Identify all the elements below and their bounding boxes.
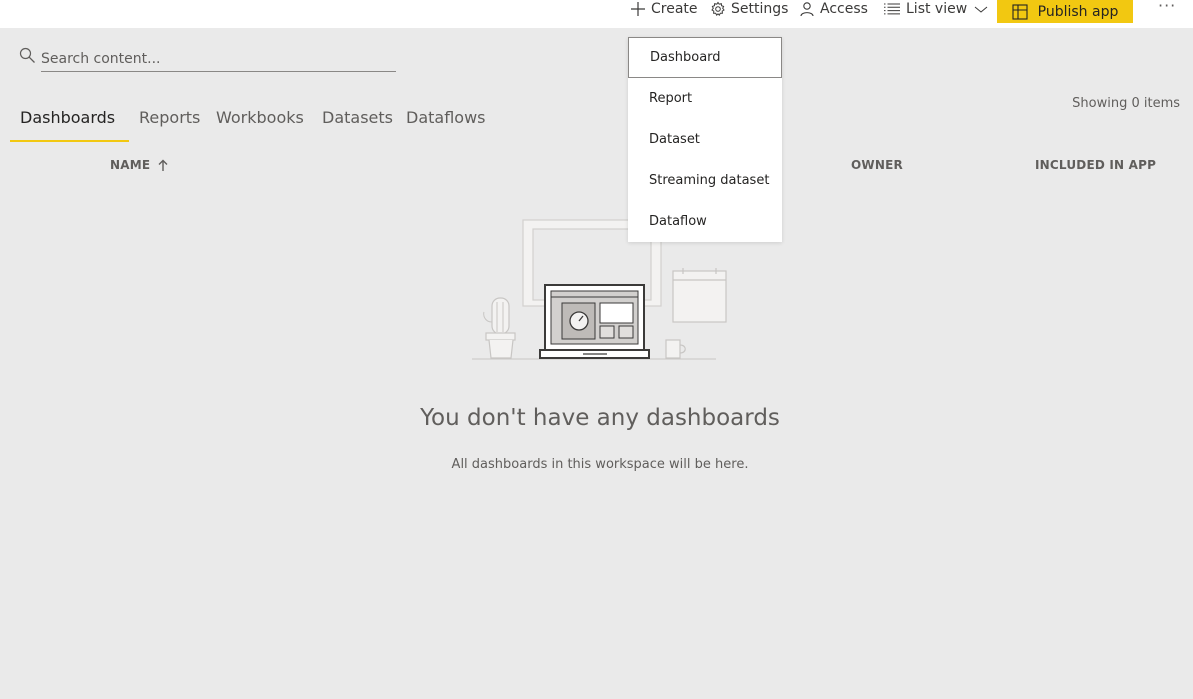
sort-arrow-up-icon [158,159,168,171]
gear-icon [711,1,725,17]
access-button[interactable]: Access [799,0,868,18]
search-input[interactable] [41,47,396,72]
tab-dashboards[interactable]: Dashboards [10,108,129,142]
empty-state-subtitle: All dashboards in this workspace will be… [451,457,749,472]
tab-workbooks[interactable]: Workbooks [216,108,304,140]
tab-reports[interactable]: Reports [139,108,200,140]
column-header-name-label: NAME [110,158,151,172]
column-header-included-in-app[interactable]: INCLUDED IN APP [1035,158,1156,172]
menu-item-dataset[interactable]: Dataset [628,119,782,160]
view-label: List view [906,1,968,17]
chevron-down-icon [974,6,988,13]
plus-icon [631,2,645,16]
access-label: Access [820,1,868,17]
more-options-button[interactable]: ··· [1158,0,1176,15]
view-selector[interactable]: List view [883,0,988,18]
publish-app-button[interactable]: Publish app [997,0,1133,23]
menu-item-report[interactable]: Report [628,78,782,119]
settings-label: Settings [731,1,789,17]
settings-button[interactable]: Settings [710,0,788,18]
list-icon [884,3,900,15]
search-icon [19,47,35,63]
item-count-text: Showing 0 items [1072,96,1180,111]
publish-app-label: Publish app [1037,3,1119,20]
empty-state-title: You don't have any dashboards [420,405,780,431]
tab-dataflows[interactable]: Dataflows [406,108,486,140]
create-label: Create [651,1,698,17]
create-dropdown-menu: Dashboard Report Dataset Streaming datas… [628,37,782,242]
tab-datasets[interactable]: Datasets [322,108,393,140]
menu-item-streaming-dataset[interactable]: Streaming dataset [628,160,782,201]
top-toolbar: Create Settings Access List view Publish… [0,0,1193,28]
column-header-name[interactable]: NAME [110,158,169,172]
menu-item-dataflow[interactable]: Dataflow [628,201,782,242]
column-header-owner[interactable]: OWNER [851,158,903,172]
person-icon [800,2,814,17]
app-icon [1012,3,1028,20]
create-button[interactable]: Create [630,0,698,18]
menu-item-dashboard[interactable]: Dashboard [628,37,782,78]
